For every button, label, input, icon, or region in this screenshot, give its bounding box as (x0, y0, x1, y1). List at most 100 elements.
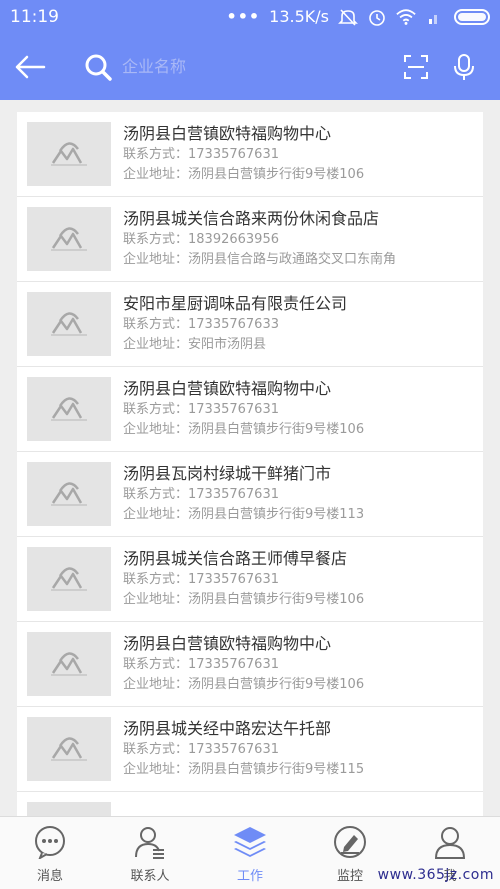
phone-value: 18392663956 (188, 232, 279, 247)
phone-label: 联系方式： (123, 487, 189, 502)
company-phone: 联系方式：17335767631 (123, 400, 364, 420)
address-value: 汤阴县白营镇步行街9号楼106 (188, 677, 365, 692)
list-item[interactable]: 汤阴县白营镇欧特福购物中心 (17, 792, 483, 816)
address-label: 企业地址： (123, 762, 189, 777)
address-value: 汤阴县白营镇步行街9号楼113 (188, 507, 365, 522)
company-thumbnail (27, 547, 111, 611)
battery-icon (454, 8, 490, 25)
company-address: 企业地址：安阳市汤阴县 (123, 335, 347, 355)
list-item[interactable]: 汤阴县城关经中路宏达午托部 联系方式：17335767631 企业地址：汤阴县白营镇… (17, 707, 483, 792)
company-address: 企业地址：汤阴县白营镇步行街9号楼115 (123, 760, 364, 780)
monitor-icon (332, 824, 368, 860)
company-phone: 联系方式：17335767631 (123, 485, 364, 505)
list-item[interactable]: 汤阴县城关信合路来两份休闲食品店联系方式：18392663956 企业地址：汤阴县… (17, 197, 483, 282)
wifi-icon (396, 7, 416, 27)
app-header (0, 33, 500, 100)
phone-label: 联系方式： (123, 657, 189, 672)
phone-label: 联系方式： (123, 402, 189, 417)
placeholder-logo-icon (51, 737, 87, 761)
list-item[interactable]: 汤阴县白营镇欧特福购物中心 联系方式：17335767631 企业地址：汤阴县白营镇… (17, 622, 483, 707)
company-name: 汤阴县白营镇欧特福购物中心 (123, 124, 332, 143)
layers-icon (232, 824, 268, 860)
phone-label: 联系方式： (123, 742, 189, 757)
phone-label: 联系方式： (123, 147, 189, 162)
tab-work[interactable]: 工作 (200, 817, 300, 889)
microphone-icon (454, 53, 474, 80)
search-bar[interactable] (84, 47, 384, 87)
back-button[interactable] (0, 33, 60, 100)
status-time: 11:19 (10, 6, 59, 27)
phone-label: 联系方式： (123, 232, 189, 247)
list-item[interactable]: 汤阴县白营镇欧特福购物中心联系方式：17335767631 企业地址：汤阴县白营镇… (17, 112, 483, 197)
company-phone: 联系方式：17335767633 (123, 315, 347, 335)
tab-contacts[interactable]: 联系人 (100, 817, 200, 889)
company-thumbnail (27, 462, 111, 526)
address-label: 企业地址： (123, 507, 189, 522)
company-phone: 联系方式：17335767631 (123, 655, 364, 675)
phone-value: 17335767631 (188, 402, 279, 417)
watermark: www.365jz.com (377, 867, 494, 883)
address-label: 企业地址： (123, 592, 189, 607)
placeholder-logo-icon (51, 227, 87, 251)
address-value: 安阳市汤阴县 (188, 337, 267, 352)
status-indicators: ••• 13.5K/s (226, 7, 490, 27)
phone-label: 联系方式： (123, 572, 189, 587)
search-icon (85, 54, 112, 81)
back-arrow-icon (15, 55, 46, 78)
network-speed: 13.5K/s (269, 7, 329, 26)
address-value: 汤阴县信合路与政通路交叉口东南角 (188, 252, 397, 267)
company-address: 企业地址：汤阴县白营镇步行街9号楼106 (123, 590, 364, 610)
list-item[interactable]: 汤阴县白营镇欧特福购物中心 联系方式：17335767631 企业地址：汤阴县白营镇… (17, 367, 483, 452)
address-label: 企业地址： (123, 252, 189, 267)
tab-messages[interactable]: 消息 (0, 817, 100, 889)
company-address: 企业地址：汤阴县白营镇步行街9号楼113 (123, 505, 364, 525)
address-value: 汤阴县白营镇步行街9号楼106 (188, 167, 365, 182)
company-name: 汤阴县城关信合路来两份休闲食品店 (123, 209, 380, 228)
placeholder-logo-icon (51, 482, 87, 506)
list-item[interactable]: 安阳市星厨调味品有限责任公司 联系方式：17335767633 企业地址：安阳市汤阴… (17, 282, 483, 367)
tab-label: 消息 (36, 869, 63, 884)
signal-icon (425, 7, 445, 27)
placeholder-logo-icon (51, 567, 87, 591)
company-name: 汤阴县城关信合路王师傅早餐店 (123, 549, 348, 568)
company-thumbnail (27, 292, 111, 356)
scan-icon (404, 54, 428, 79)
address-value: 汤阴县白营镇步行街9号楼115 (188, 762, 365, 777)
phone-value: 17335767631 (188, 147, 279, 162)
address-label: 企业地址： (123, 677, 189, 692)
contacts-icon (132, 824, 168, 860)
tab-label: 联系人 (130, 869, 170, 884)
company-address: 企业地址：汤阴县白营镇步行街9号楼106 (123, 675, 364, 695)
placeholder-logo-icon (51, 142, 87, 166)
company-address: 企业地址：汤阴县白营镇步行街9号楼106 (123, 420, 364, 440)
list-item[interactable]: 汤阴县城关信合路王师傅早餐店 联系方式：17335767631 企业地址：汤阴县白营… (17, 537, 483, 622)
address-label: 企业地址： (123, 167, 189, 182)
company-phone: 联系方式：17335767631 (123, 570, 364, 590)
status-bar: 11:19 ••• 13.5K/s (0, 0, 500, 33)
phone-value: 17335767631 (188, 572, 279, 587)
mute-icon (338, 7, 358, 27)
company-thumbnail (27, 802, 111, 816)
list-item[interactable]: 汤阴县瓦岗村绿城干鲜猪门市 联系方式：17335767631 企业地址：汤阴县白营镇… (17, 452, 483, 537)
company-thumbnail (27, 122, 111, 186)
search-input[interactable] (122, 57, 372, 76)
bottom-tab-bar: 消息 联系人 工作 监控 我 www.365jz.com (0, 816, 500, 889)
company-thumbnail (27, 207, 111, 271)
address-value: 汤阴县白营镇步行街9号楼106 (188, 592, 365, 607)
company-name: 汤阴县瓦岗村绿城干鲜猪门市 (123, 464, 332, 483)
company-address: 企业地址：汤阴县信合路与政通路交叉口东南角 (123, 250, 396, 270)
company-name: 汤阴县白营镇欧特福购物中心 (123, 634, 332, 653)
company-list[interactable]: 汤阴县白营镇欧特福购物中心 联系方式：17335767631 企业地址：汤阴县白营镇… (17, 112, 483, 816)
company-thumbnail (27, 632, 111, 696)
user-icon (432, 824, 468, 860)
scan-button[interactable] (400, 51, 432, 83)
phone-value: 17335767631 (188, 657, 279, 672)
voice-button[interactable] (448, 51, 480, 83)
company-thumbnail (27, 717, 111, 781)
phone-label: 联系方式： (123, 317, 189, 332)
company-phone: 联系方式：17335767631 (123, 145, 364, 165)
phone-value: 17335767631 (188, 742, 279, 757)
placeholder-logo-icon (51, 397, 87, 421)
phone-value: 17335767633 (188, 317, 279, 332)
chat-icon (32, 824, 68, 860)
